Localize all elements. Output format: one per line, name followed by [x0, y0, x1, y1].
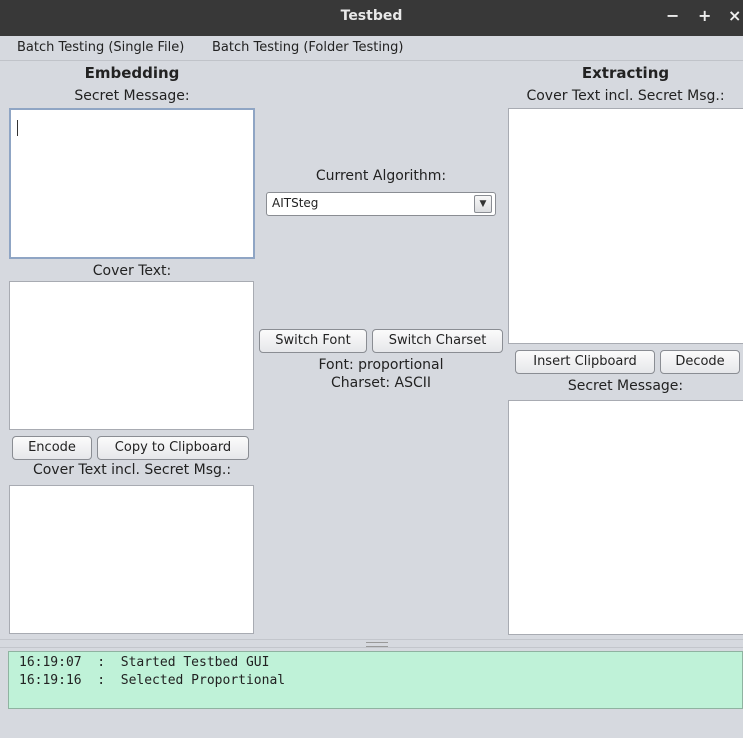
embedding-heading: Embedding	[84, 64, 180, 82]
menu-bar: Batch Testing (Single File) Batch Testin…	[0, 36, 743, 61]
switch-font-button[interactable]: Switch Font	[259, 329, 367, 353]
extracting-input-textarea[interactable]	[508, 108, 743, 344]
dropdown-arrow-icon[interactable]: ▼	[474, 195, 492, 213]
extracting-heading: Extracting	[581, 64, 670, 82]
split-pane-divider[interactable]	[0, 639, 743, 648]
algorithm-select[interactable]: AITSteg ▼	[266, 192, 496, 216]
cover-text-textarea[interactable]	[9, 281, 254, 430]
cover-text-label: Cover Text:	[92, 263, 172, 279]
copy-to-clipboard-button[interactable]: Copy to Clipboard	[97, 436, 249, 460]
log-line: 16:19:16 : Selected Proportional	[19, 673, 286, 688]
algorithm-selected-value: AITSteg	[272, 196, 319, 210]
embedding-secret-textarea[interactable]	[9, 108, 255, 259]
embedding-output-label: Cover Text incl. Secret Msg.:	[32, 462, 232, 478]
extracting-secret-label: Secret Message:	[567, 378, 684, 394]
current-algorithm-label: Current Algorithm:	[315, 168, 447, 184]
font-status: Font: proportional	[318, 357, 444, 373]
switch-charset-button[interactable]: Switch Charset	[372, 329, 503, 353]
extracting-secret-textarea[interactable]	[508, 400, 743, 635]
maximize-button[interactable]: +	[698, 6, 711, 25]
window-title: Testbed	[340, 8, 403, 24]
splitter-grip-icon	[366, 642, 388, 647]
encode-button[interactable]: Encode	[12, 436, 92, 460]
close-button[interactable]: ×	[728, 6, 741, 25]
menu-batch-folder-testing[interactable]: Batch Testing (Folder Testing)	[212, 40, 404, 55]
log-line: 16:19:07 : Started Testbed GUI	[19, 655, 270, 670]
log-panel[interactable]: 16:19:07 : Started Testbed GUI 16:19:16 …	[8, 651, 743, 709]
text-caret	[17, 120, 18, 136]
title-bar: Testbed − + ×	[0, 0, 743, 36]
embedding-output-textarea[interactable]	[9, 485, 254, 634]
menu-batch-single-file[interactable]: Batch Testing (Single File)	[17, 40, 184, 55]
insert-clipboard-button[interactable]: Insert Clipboard	[515, 350, 655, 374]
extracting-input-label: Cover Text incl. Secret Msg.:	[526, 88, 725, 104]
charset-status: Charset: ASCII	[330, 375, 432, 391]
decode-button[interactable]: Decode	[660, 350, 740, 374]
embedding-secret-label: Secret Message:	[74, 88, 190, 104]
minimize-button[interactable]: −	[666, 6, 679, 25]
